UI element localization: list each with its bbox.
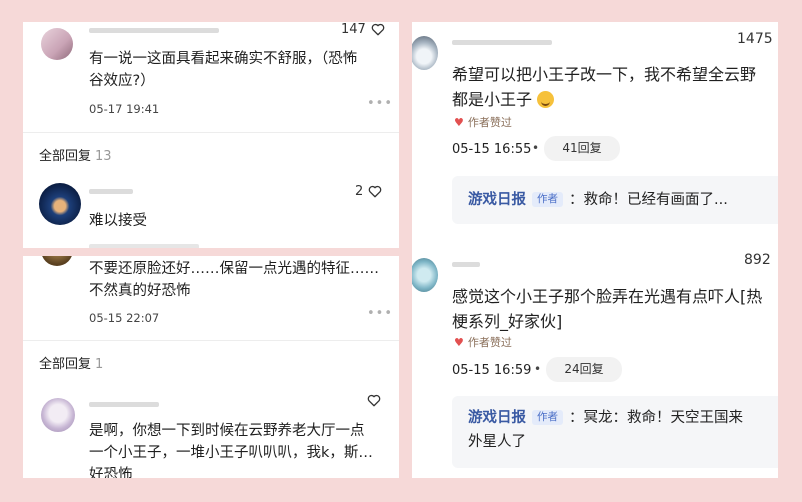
heart-filled-icon: ♥ — [454, 115, 464, 129]
comment-time: 05-15 16:55 — [452, 142, 532, 157]
reply-like-button[interactable]: 2 — [355, 184, 382, 199]
all-replies-header: 全部回复 13 — [39, 149, 112, 164]
comment-like-count[interactable]: 1475 — [737, 31, 773, 47]
more-dots-icon[interactable]: ••• — [367, 96, 393, 111]
more-dots-icon[interactable]: ••• — [367, 306, 393, 321]
reply-like-count: 2 — [355, 184, 364, 199]
heart-outline-icon — [371, 23, 385, 36]
username-blurred[interactable] — [89, 28, 219, 33]
reply-avatar[interactable] — [39, 183, 81, 225]
comment-like-count[interactable]: 892 — [744, 252, 771, 268]
comment-text: 不要还原脸还好……保留一点光遇的特征…… 不然真的好恐怖 — [89, 261, 379, 299]
bottom-left-screenshot-panel: 不要还原脸还好……保留一点光遇的特征…… 不然真的好恐怖 05-15 22:07… — [23, 256, 399, 478]
separator-dot: • — [532, 141, 540, 155]
heart-outline-icon — [367, 394, 381, 407]
username-blurred[interactable] — [452, 40, 552, 45]
author-liked-badge: ♥ 作者赞过 — [454, 115, 512, 130]
user-avatar[interactable] — [412, 36, 438, 70]
comment-time: 05-17 19:41 — [89, 102, 160, 116]
user-avatar[interactable] — [41, 28, 73, 60]
user-avatar-cut-off[interactable] — [41, 256, 73, 266]
heart-filled-icon: ♥ — [454, 335, 464, 349]
grinning-emoji-icon — [537, 91, 555, 108]
username-blurred[interactable] — [452, 262, 480, 267]
comment-text: 希望可以把小王子改一下，我不希望全云野 都是小王子 — [452, 65, 757, 109]
quoted-reply[interactable]: 游戏日报 作者 ：救命！已经有画面了... — [452, 176, 778, 224]
reply-username-blurred[interactable] — [89, 402, 159, 407]
comment-like-button[interactable]: 147 — [341, 22, 385, 37]
reply-text: 是啊，你想一下到时候在云野养老大厅一点 一个小王子，一堆小王子叭叭叭，我k，斯…… — [89, 423, 373, 478]
reply-like-button[interactable] — [367, 394, 381, 407]
comment-text: 有一说一这面具看起来确实不舒服，（恐怖 谷效应?） — [89, 51, 358, 89]
reply-meta-cut-off — [89, 244, 199, 248]
view-replies-button[interactable]: 24回复 — [546, 357, 622, 382]
reply-username-blurred[interactable] — [89, 189, 133, 194]
reply-text: 难以接受 — [89, 213, 147, 229]
author-liked-badge: ♥ 作者赞过 — [454, 335, 512, 350]
quoted-reply[interactable]: 游戏日报 作者 ：冥龙：救命！天空王国来 外星人了 — [452, 396, 778, 468]
separator-dot: • — [534, 362, 542, 376]
right-screenshot-panel: 1475 希望可以把小王子改一下，我不希望全云野 都是小王子 ♥ 作者赞过 05-… — [412, 22, 778, 478]
view-replies-button[interactable]: 41回复 — [544, 136, 620, 161]
like-count: 147 — [341, 22, 366, 37]
comment-text: 感觉这个小王子那个脸弄在光遇有点吓人[热 梗系列_好家伙] — [452, 287, 763, 331]
top-left-screenshot-panel: 147 有一说一这面具看起来确实不舒服，（恐怖 谷效应?） 05-17 19:4… — [23, 22, 399, 248]
all-replies-header: 全部回复 1 — [39, 357, 104, 372]
comment-time: 05-15 22:07 — [89, 311, 160, 325]
user-avatar[interactable] — [412, 258, 438, 292]
divider — [23, 132, 399, 133]
comment-time: 05-15 16:59 — [452, 363, 532, 378]
divider — [23, 340, 399, 341]
reply-avatar[interactable] — [41, 398, 75, 432]
heart-outline-icon — [369, 185, 382, 198]
